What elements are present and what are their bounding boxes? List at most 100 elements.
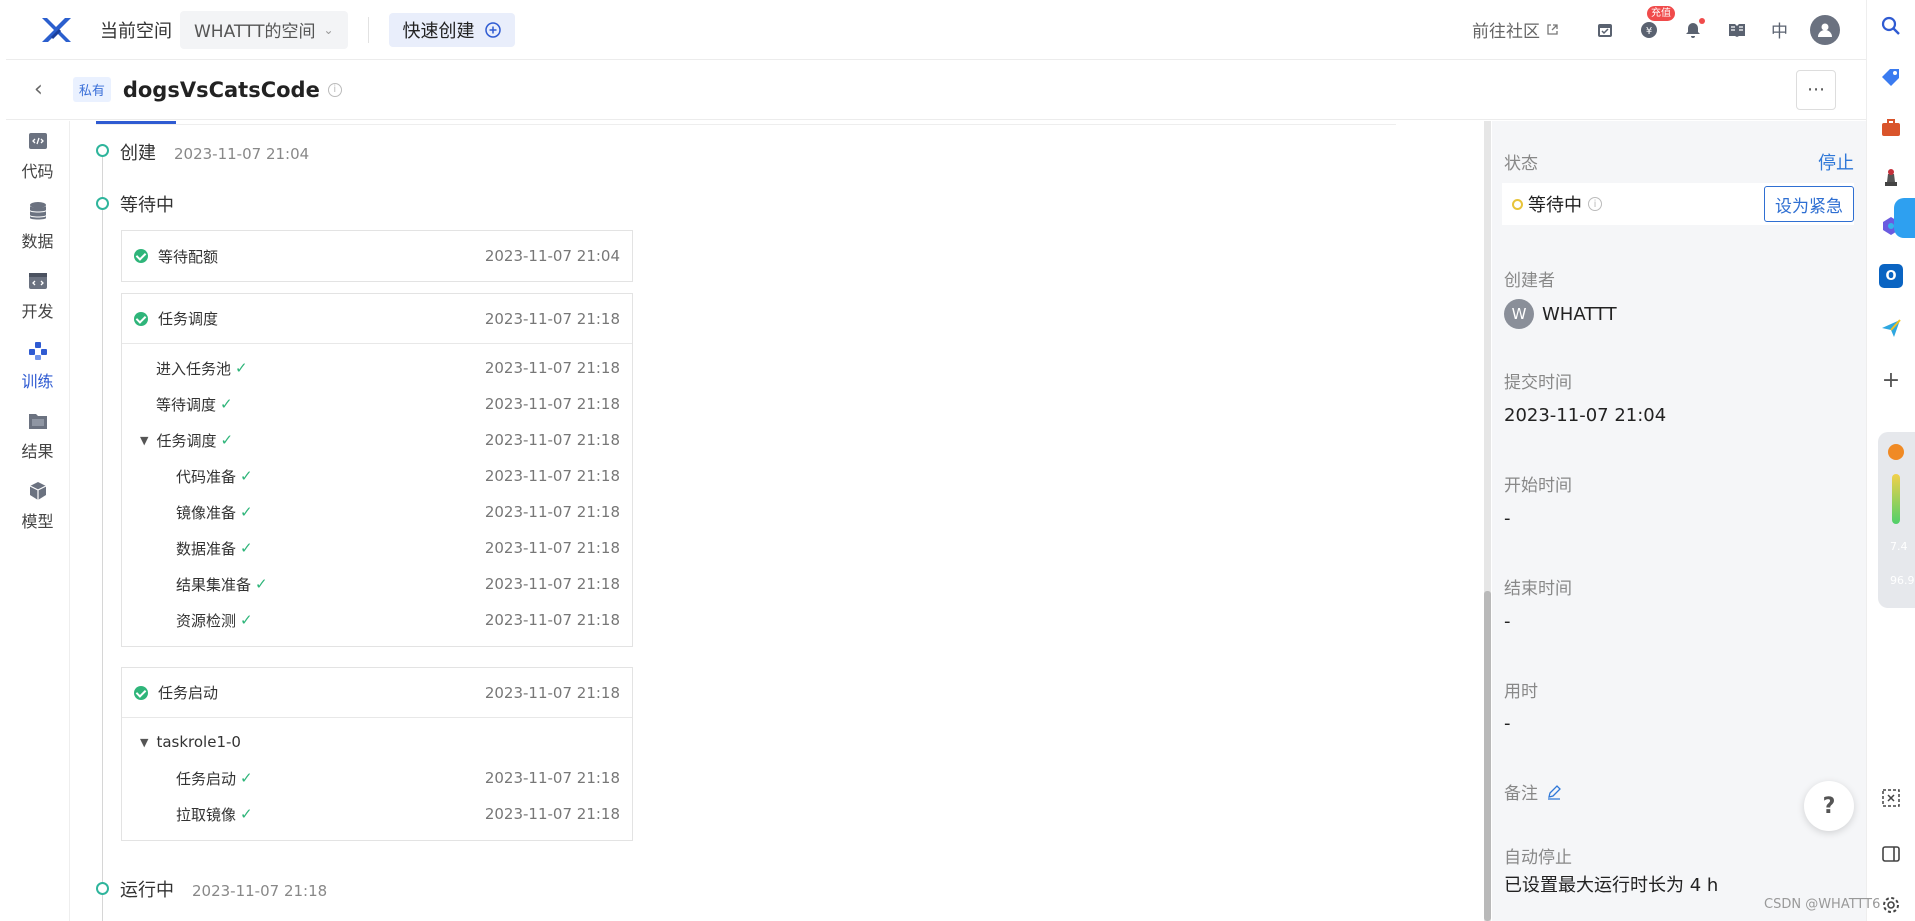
help-button[interactable]: ? [1804, 781, 1854, 831]
nav-item-model[interactable]: 模型 [6, 471, 69, 541]
row-time: 2023-11-07 21:18 [484, 503, 620, 521]
list-item: 资源检测 ✓ 2023-11-07 21:18 [122, 602, 632, 638]
side-tab[interactable] [1894, 198, 1915, 238]
auto-stop-label: 自动停止 [1504, 848, 1572, 868]
outlook-icon[interactable]: O [1879, 264, 1903, 288]
check-icon: ✓ [240, 805, 253, 823]
check-icon: ✓ [240, 503, 253, 521]
end-time-label: 结束时间 [1504, 579, 1572, 599]
screenshot-icon[interactable] [1879, 786, 1903, 810]
row-time: 2023-11-07 21:18 [484, 431, 620, 449]
community-link[interactable]: 前往社区 [1472, 17, 1559, 42]
list-item: 结果集准备 ✓ 2023-11-07 21:18 [122, 566, 632, 602]
logo-icon[interactable] [38, 12, 74, 48]
row-time: 2023-11-07 21:18 [484, 539, 620, 557]
creator-label: 创建者 [1504, 271, 1555, 291]
nav-item-results[interactable]: 结果 [6, 401, 69, 471]
row-label: taskrole1-0 [156, 733, 241, 751]
submit-time-value: 2023-11-07 21:04 [1504, 405, 1667, 426]
scrollbar-thumb[interactable] [1484, 591, 1491, 921]
chevron-down-icon: ⌄ [323, 22, 334, 37]
status-value: 等待中 [1528, 195, 1582, 216]
status-label: 状态 [1504, 154, 1538, 174]
external-link-icon [1547, 24, 1558, 35]
gear-icon[interactable] [1879, 893, 1903, 917]
schedule-card: 任务调度 2023-11-07 21:18 进入任务池 ✓ 2023-11-07 … [121, 293, 633, 647]
page-header: ‹ 私有 dogsVsCatsCode i ⋯ [6, 60, 1866, 120]
list-item-expandable[interactable]: ▼ taskrole1-0 [122, 724, 632, 760]
sidebar-toggle-icon[interactable] [1879, 842, 1903, 866]
creator-name: WHATTT [1542, 303, 1617, 325]
row-label: 任务启动 [176, 769, 237, 788]
recharge-icon[interactable]: ¥ 充值 [1637, 5, 1675, 42]
top-bar: 当前空间 WHATTT的空间 ⌄ 快速创建 前往社区 ¥ 充值 中 [6, 0, 1866, 60]
briefcase-icon[interactable] [1879, 116, 1903, 140]
caret-down-icon[interactable]: ▼ [140, 434, 148, 447]
remark-label: 备注 [1504, 784, 1538, 804]
stop-button[interactable]: 停止 [1818, 149, 1854, 175]
back-arrow-icon[interactable]: ‹ [34, 77, 43, 102]
list-item-expandable[interactable]: ▼ 任务调度 ✓ 2023-11-07 21:18 [122, 422, 632, 458]
step-label: 运行中 [120, 880, 174, 901]
creator: W WHATTT [1504, 299, 1617, 329]
book-icon[interactable] [1725, 18, 1749, 42]
step-time: 2023-11-07 21:18 [192, 882, 328, 900]
check-circle-icon [134, 685, 148, 700]
start-time-label: 开始时间 [1504, 476, 1572, 496]
calendar-icon[interactable] [1593, 18, 1617, 42]
send-icon[interactable] [1879, 316, 1903, 340]
timeline-step-running: 运行中 2023-11-07 21:18 [120, 876, 327, 902]
step-label: 等待中 [120, 195, 174, 216]
user-avatar[interactable] [1810, 14, 1840, 45]
list-item: 代码准备 ✓ 2023-11-07 21:18 [122, 458, 632, 494]
nav-item-dev[interactable]: 开发 [6, 261, 69, 331]
nav-label: 训练 [21, 372, 54, 391]
list-item: 拉取镜像 ✓ 2023-11-07 21:18 [122, 796, 632, 832]
info-icon[interactable]: i [327, 82, 342, 97]
quota-card: 等待配额 2023-11-07 21:04 [121, 230, 633, 282]
auto-stop-value: 已设置最大运行时长为 4 h [1504, 875, 1719, 896]
bell-icon[interactable] [1681, 17, 1705, 42]
end-time-value: - [1504, 611, 1511, 632]
chess-icon[interactable] [1879, 166, 1903, 190]
network-speed-widget[interactable]: 7.4 96.9 [1878, 432, 1915, 608]
row-label: 进入任务池 [156, 359, 232, 378]
add-icon[interactable]: + [1879, 368, 1903, 393]
shield-icon [1888, 444, 1904, 460]
pending-status-icon [1512, 198, 1523, 210]
divider [367, 16, 369, 43]
start-rows: ▼ taskrole1-0 任务启动 ✓ 2023-11-07 21:18 拉取镜… [122, 718, 632, 840]
code-icon [28, 133, 47, 149]
schedule-rows: 进入任务池 ✓ 2023-11-07 21:18 等待调度 ✓ 2023-11-07… [122, 344, 632, 646]
avatar: W [1504, 299, 1534, 329]
list-item: 数据准备 ✓ 2023-11-07 21:18 [122, 530, 632, 566]
nav-item-data[interactable]: 数据 [6, 191, 69, 261]
row-label: 镜像准备 [176, 503, 237, 522]
tag-icon[interactable] [1879, 66, 1903, 90]
space-select[interactable]: WHATTT的空间 ⌄ [180, 10, 348, 49]
nav-label: 代码 [21, 162, 54, 181]
caret-down-icon[interactable]: ▼ [140, 736, 148, 749]
step-label: 创建 [120, 143, 156, 164]
watermark: CSDN @WHATTT6 [1764, 897, 1881, 912]
page-title: dogsVsCatsCode [122, 77, 320, 102]
row-label: 结果集准备 [176, 575, 252, 594]
nav-item-train[interactable]: 训练 [6, 331, 69, 401]
check-icon: ✓ [240, 539, 253, 557]
edit-icon[interactable] [1546, 784, 1562, 800]
language-switch[interactable]: 中 [1771, 17, 1788, 42]
card-header: 任务启动 2023-11-07 21:18 [122, 668, 632, 718]
nav-item-code[interactable]: 代码 [6, 121, 69, 191]
scrollbar[interactable] [1484, 121, 1491, 921]
row-time: 2023-11-07 21:18 [484, 769, 620, 787]
set-urgent-button[interactable]: 设为紧急 [1764, 186, 1854, 222]
plus-circle-icon [484, 21, 501, 38]
search-icon[interactable] [1879, 14, 1903, 38]
more-options-button[interactable]: ⋯ [1796, 69, 1836, 110]
check-icon: ✓ [220, 395, 233, 413]
usage-bar [1892, 474, 1900, 524]
card-time: 2023-11-07 21:04 [484, 247, 620, 265]
info-icon[interactable]: i [1588, 197, 1602, 211]
quick-create-button[interactable]: 快速创建 [388, 12, 515, 47]
row-label: 等待调度 [156, 395, 217, 414]
